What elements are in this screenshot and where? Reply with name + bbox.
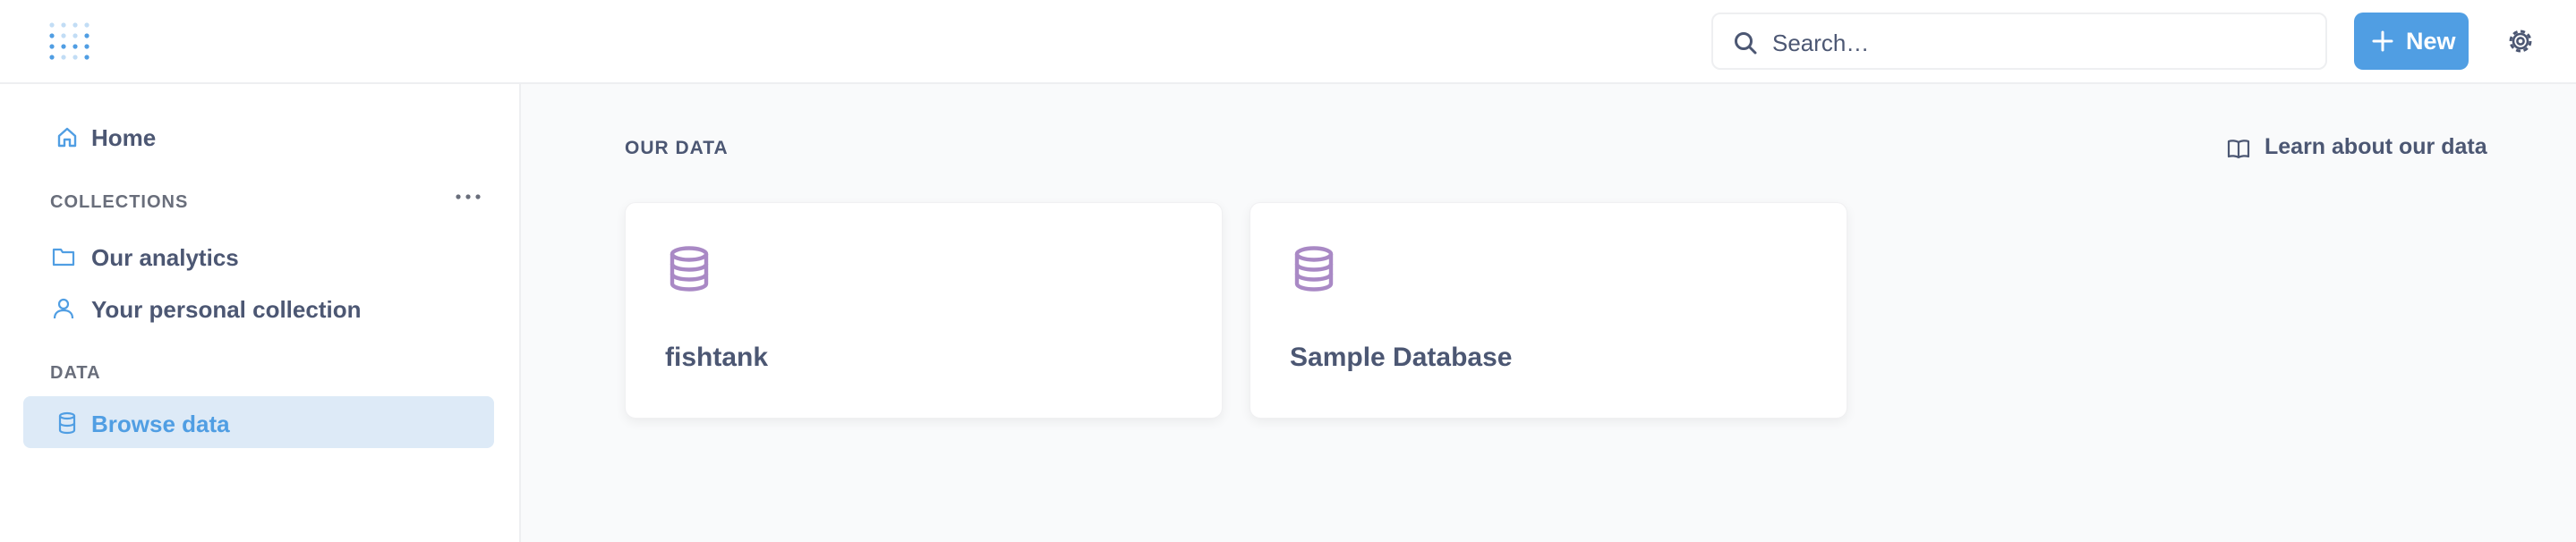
search-placeholder: Search… (1772, 30, 1870, 56)
new-button[interactable]: New (2354, 13, 2469, 70)
search-input[interactable]: Search… (1711, 13, 2327, 70)
sidebar-item-personal-collection[interactable]: Your personal collection (23, 282, 494, 334)
sidebar-item-browse-data[interactable]: Browse data (23, 396, 494, 448)
sidebar-item-home[interactable]: Home (23, 110, 494, 162)
home-icon (57, 127, 77, 148)
learn-link-label: Learn about our data (2265, 134, 2487, 159)
database-card-fishtank[interactable]: fishtank (625, 202, 1223, 419)
metabase-logo-icon[interactable] (48, 21, 91, 63)
sidebar-item-label: Our analytics (91, 244, 239, 271)
book-icon (2227, 140, 2250, 159)
learn-about-data-link[interactable]: Learn about our data (2227, 134, 2487, 163)
search-icon (1735, 32, 1757, 55)
new-button-label: New (2406, 28, 2456, 55)
database-name: fishtank (665, 343, 769, 372)
main-content: OUR DATA Learn about our data fishtank S… (521, 84, 2576, 542)
section-title: OUR DATA (625, 138, 729, 158)
person-icon (53, 298, 74, 319)
gear-icon[interactable] (2506, 27, 2535, 55)
database-icon (670, 246, 709, 292)
sidebar: Home COLLECTIONS Our analytics Your pers… (0, 84, 521, 542)
sidebar-item-label: Home (91, 124, 157, 151)
sidebar-item-label: Browse data (91, 411, 230, 437)
folder-icon (52, 248, 75, 267)
data-heading: DATA (50, 363, 101, 383)
sidebar-item-label: Your personal collection (91, 296, 362, 323)
collections-heading: COLLECTIONS (50, 192, 189, 212)
database-icon (1294, 246, 1334, 292)
sidebar-item-our-analytics[interactable]: Our analytics (23, 230, 494, 282)
ellipsis-icon[interactable] (455, 191, 482, 202)
app-header: Search… New (0, 0, 2576, 84)
database-icon (58, 411, 76, 435)
database-card-sample-database[interactable]: Sample Database (1250, 202, 1847, 419)
plus-icon (2372, 30, 2393, 52)
database-name: Sample Database (1290, 343, 1513, 372)
